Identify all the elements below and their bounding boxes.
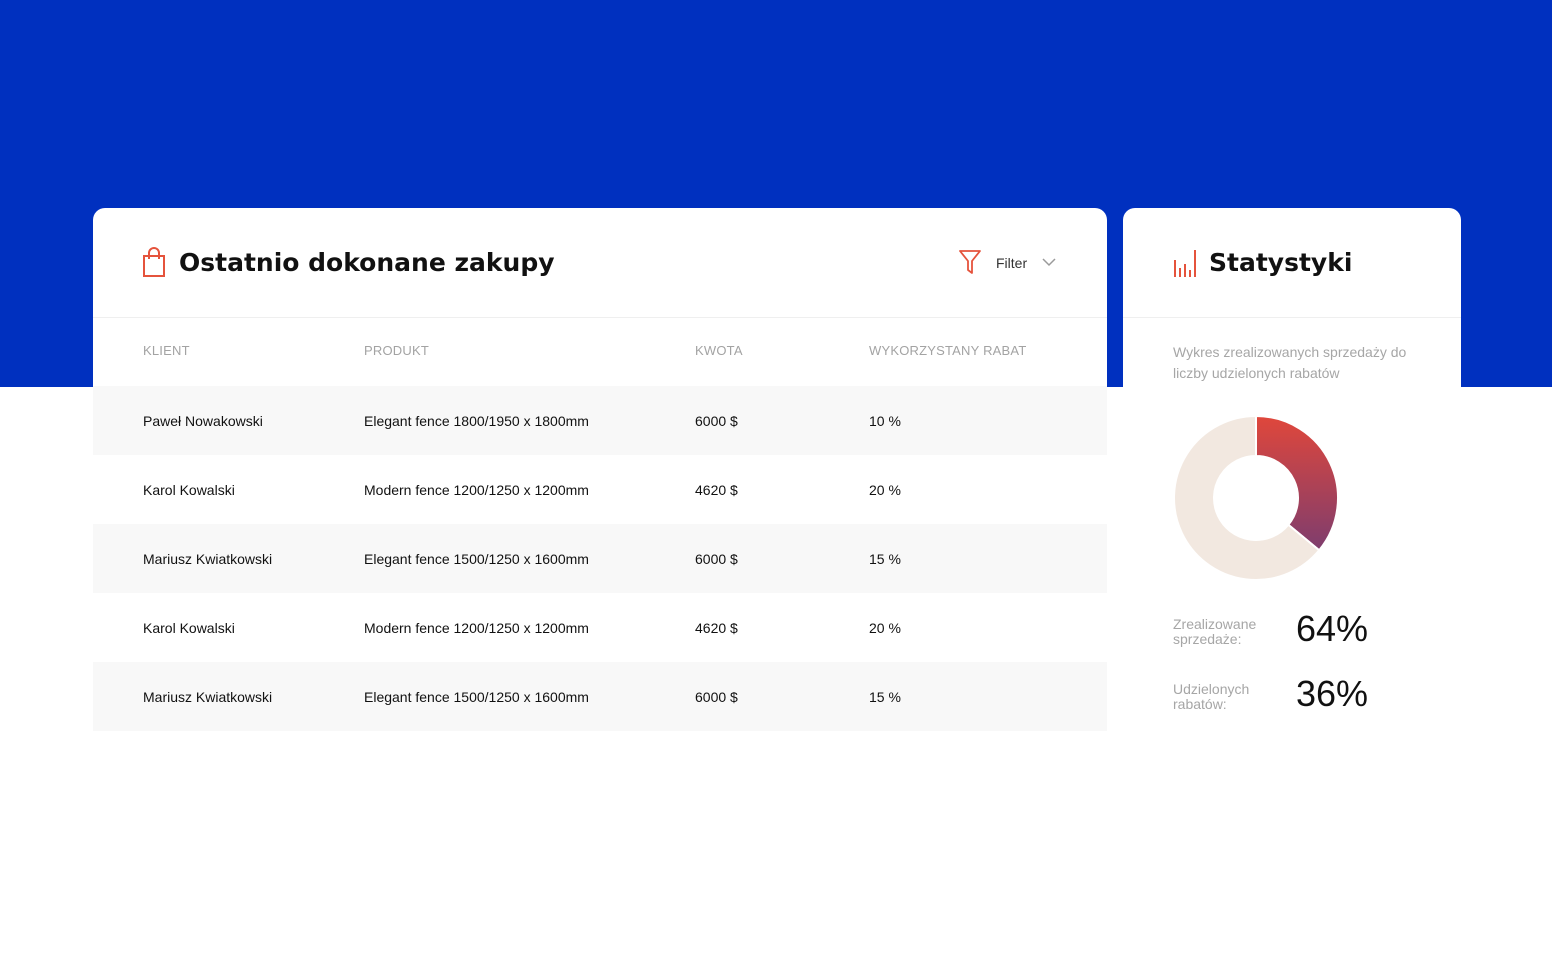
page-title: Ostatnio dokonane zakupy [179,248,555,277]
purchases-header: Ostatnio dokonane zakupy Filter [93,208,1107,318]
table-row[interactable]: Mariusz Kwiatkowski Elegant fence 1500/1… [93,524,1107,593]
discounts-value: 36% [1296,673,1369,714]
column-header-product: PRODUKT [364,343,429,358]
cell-product: Elegant fence 1500/1250 x 1600mm [364,551,589,567]
cell-discount: 20 % [869,620,901,636]
stats-header: Statystyki [1123,208,1461,318]
cell-amount: 6000 $ [695,551,738,567]
table-row[interactable]: Karol Kowalski Modern fence 1200/1250 x … [93,593,1107,662]
cell-amount: 6000 $ [695,413,738,429]
recent-purchases-card: Ostatnio dokonane zakupy Filter KLIENT P… [93,208,1107,731]
shopping-bag-icon [143,247,165,277]
table-row[interactable]: Karol Kowalski Modern fence 1200/1250 x … [93,455,1107,524]
column-header-amount: KWOTA [695,343,743,358]
cell-discount: 15 % [869,551,901,567]
cell-amount: 6000 $ [695,689,738,705]
sales-value: 64% [1296,608,1369,649]
cell-product: Modern fence 1200/1250 x 1200mm [364,482,589,498]
donut-chart [1173,415,1339,581]
cell-client: Paweł Nowakowski [143,413,263,429]
cell-amount: 4620 $ [695,620,738,636]
donut-slice-discounts [1255,415,1339,552]
statistics-card: Statystyki Wykres zrealizowanych sprzeda… [1123,208,1461,731]
bar-chart-icon [1174,250,1196,277]
discounts-stat: Udzielonych rabatów: 36% [1173,674,1433,726]
discounts-label: Udzielonych rabatów: [1173,681,1250,712]
filter-dropdown[interactable]: Filter [958,247,1063,279]
filter-label: Filter [996,255,1028,271]
chart-description: Wykres zrealizowanych sprzedaży do liczb… [1173,344,1407,381]
cell-discount: 20 % [869,482,901,498]
cell-product: Elegant fence 1500/1250 x 1600mm [364,689,589,705]
column-header-client: KLIENT [143,343,190,358]
sales-label: Zrealizowane sprzedaże: [1173,616,1257,647]
sales-stat: Zrealizowane sprzedaże: 64% [1173,609,1433,661]
table-row[interactable]: Paweł Nowakowski Elegant fence 1800/1950… [93,386,1107,455]
cell-amount: 4620 $ [695,482,738,498]
purchases-table: KLIENT PRODUKT KWOTA WYKORZYSTANY RABAT … [93,318,1107,731]
cell-client: Mariusz Kwiatkowski [143,551,273,567]
cell-product: Modern fence 1200/1250 x 1200mm [364,620,589,636]
cell-client: Karol Kowalski [143,620,235,636]
cell-client: Karol Kowalski [143,482,235,498]
chevron-down-icon [1042,258,1056,267]
cell-client: Mariusz Kwiatkowski [143,689,273,705]
filter-icon [959,250,981,274]
cell-discount: 10 % [869,413,901,429]
column-header-discount: WYKORZYSTANY RABAT [869,343,1027,358]
stats-title: Statystyki [1209,248,1353,277]
cell-discount: 15 % [869,689,901,705]
cell-product: Elegant fence 1800/1950 x 1800mm [364,413,589,429]
table-header: KLIENT PRODUKT KWOTA WYKORZYSTANY RABAT [93,318,1107,386]
table-row[interactable]: Mariusz Kwiatkowski Elegant fence 1500/1… [93,662,1107,731]
